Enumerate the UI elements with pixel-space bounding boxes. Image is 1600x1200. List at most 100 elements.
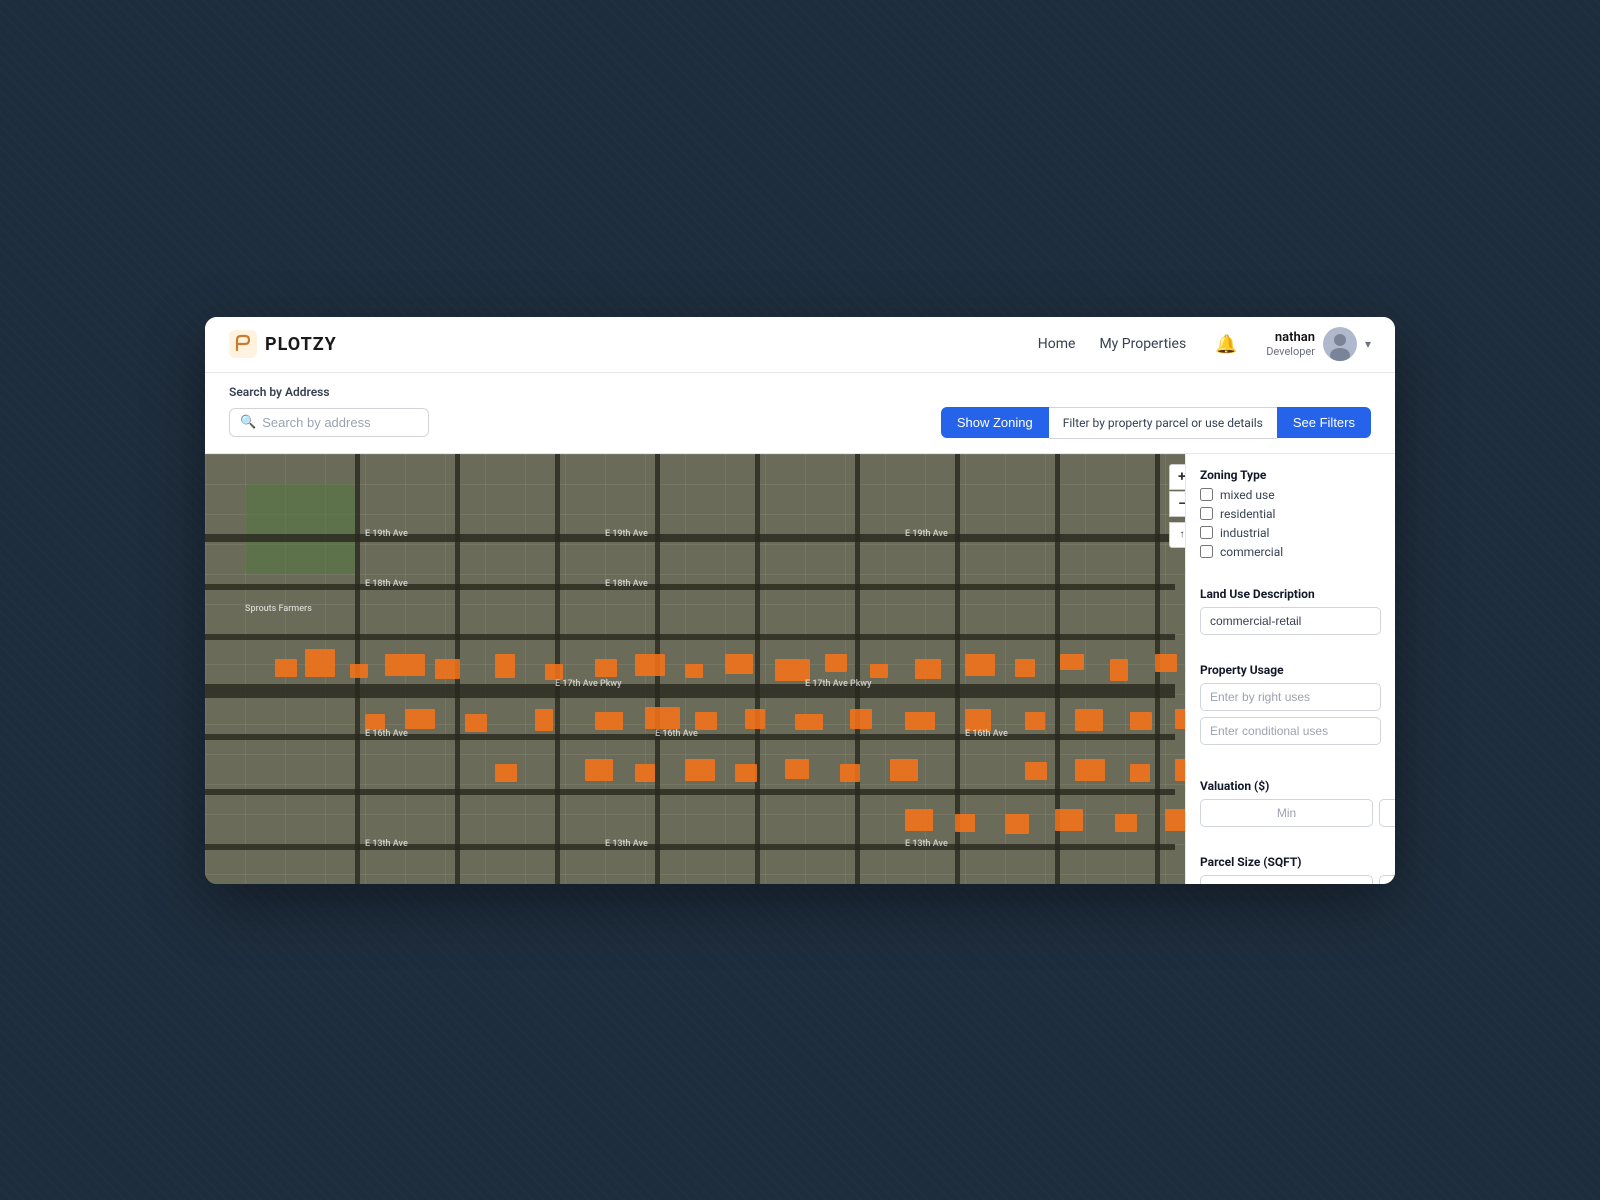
parcel-12 bbox=[775, 659, 810, 681]
zoning-residential[interactable]: residential bbox=[1200, 507, 1381, 521]
parcel-15 bbox=[915, 659, 941, 679]
zoning-residential-label: residential bbox=[1220, 507, 1275, 521]
nav-my-properties[interactable]: My Properties bbox=[1099, 336, 1186, 352]
user-name: nathan bbox=[1266, 330, 1315, 345]
zoning-commercial[interactable]: commercial bbox=[1200, 545, 1381, 559]
road-v6 bbox=[855, 454, 860, 884]
address-search-input[interactable] bbox=[262, 415, 418, 430]
parcel-30 bbox=[850, 709, 872, 729]
parcel-39 bbox=[635, 764, 655, 782]
zoning-type-title: Zoning Type bbox=[1200, 468, 1381, 482]
parcel-5 bbox=[435, 659, 460, 679]
park-area bbox=[245, 484, 355, 574]
nav-home[interactable]: Home bbox=[1038, 336, 1076, 352]
zoning-industrial-label: industrial bbox=[1220, 526, 1269, 540]
road-h-main bbox=[205, 684, 1175, 698]
parcel-54 bbox=[905, 809, 933, 831]
parcel-8 bbox=[595, 659, 617, 677]
parcel-17 bbox=[1015, 659, 1035, 677]
parcel-24 bbox=[535, 709, 553, 731]
land-use-section: Land Use Description bbox=[1200, 587, 1381, 635]
road-h6 bbox=[205, 844, 1175, 850]
zoning-type-checkboxes: mixed use residential industrial commerc… bbox=[1200, 488, 1381, 559]
parcel-31 bbox=[905, 712, 935, 730]
parcel-32 bbox=[965, 709, 991, 731]
search-row: 🔍 Show Zoning Filter by property parcel … bbox=[229, 407, 1371, 439]
parcel-4 bbox=[385, 654, 425, 676]
parcel-53 bbox=[955, 814, 975, 832]
parcel-28 bbox=[745, 709, 765, 729]
parcel-21 bbox=[365, 714, 385, 730]
parcel-49 bbox=[1005, 814, 1029, 834]
parcel-16 bbox=[965, 654, 995, 676]
map-container[interactable]: E 19th Ave E 19th Ave E 19th Ave E 18th … bbox=[205, 454, 1395, 884]
parcel-26 bbox=[645, 707, 680, 729]
parcel-13 bbox=[825, 654, 847, 672]
logo-area: PLOTZY bbox=[229, 330, 337, 358]
parcel-size-range bbox=[1200, 875, 1381, 884]
avatar bbox=[1323, 327, 1357, 361]
parcel-27 bbox=[695, 712, 717, 730]
valuation-title: Valuation ($) bbox=[1200, 779, 1381, 793]
see-filters-button[interactable]: See Filters bbox=[1277, 407, 1371, 438]
parcel-47 bbox=[1130, 764, 1150, 782]
address-search-box[interactable]: 🔍 bbox=[229, 408, 429, 437]
zoning-commercial-checkbox[interactable] bbox=[1200, 545, 1213, 558]
parcel-size-min-input[interactable] bbox=[1200, 875, 1373, 884]
user-profile[interactable]: nathan Developer ▾ bbox=[1266, 327, 1371, 361]
road-h4 bbox=[205, 734, 1175, 740]
parcel-7 bbox=[545, 664, 563, 680]
plotzy-logo-icon bbox=[229, 330, 257, 358]
app-name: PLOTZY bbox=[265, 334, 337, 355]
parcel-45 bbox=[1025, 762, 1047, 780]
land-use-title: Land Use Description bbox=[1200, 587, 1381, 601]
parcel-20 bbox=[1155, 654, 1177, 672]
road-h3 bbox=[205, 634, 1175, 640]
parcel-1 bbox=[275, 659, 297, 677]
header: PLOTZY Home My Properties 🔔 nathan Devel… bbox=[205, 317, 1395, 373]
filter-bar: Show Zoning Filter by property parcel or… bbox=[941, 407, 1371, 439]
parcel-50 bbox=[1055, 809, 1083, 831]
road-h1 bbox=[205, 534, 1175, 542]
filter-description: Filter by property parcel or use details bbox=[1049, 407, 1277, 439]
parcel-22 bbox=[405, 709, 435, 729]
parcel-38 bbox=[585, 759, 613, 781]
property-usage-section: Property Usage bbox=[1200, 663, 1381, 751]
parcel-10 bbox=[685, 664, 703, 678]
land-use-input[interactable] bbox=[1200, 607, 1381, 635]
valuation-min-input[interactable] bbox=[1200, 799, 1373, 827]
parcel-9 bbox=[635, 654, 665, 676]
zoning-commercial-label: commercial bbox=[1220, 545, 1283, 559]
parcel-35 bbox=[1130, 712, 1152, 730]
zoning-mixed-use[interactable]: mixed use bbox=[1200, 488, 1381, 502]
chevron-down-icon: ▾ bbox=[1365, 337, 1371, 351]
parcel-size-title: Parcel Size (SQFT) bbox=[1200, 855, 1381, 869]
parcel-3 bbox=[350, 664, 368, 678]
parcel-43 bbox=[840, 764, 860, 782]
zoning-type-section: Zoning Type mixed use residential indust… bbox=[1200, 468, 1381, 559]
valuation-max-input[interactable] bbox=[1379, 799, 1395, 827]
parcel-34 bbox=[1075, 709, 1103, 731]
zoning-residential-checkbox[interactable] bbox=[1200, 507, 1213, 520]
sub-header: Search by Address 🔍 Show Zoning Filter b… bbox=[205, 373, 1395, 454]
parcel-33 bbox=[1025, 712, 1045, 730]
zoning-industrial[interactable]: industrial bbox=[1200, 526, 1381, 540]
show-zoning-button[interactable]: Show Zoning bbox=[941, 407, 1049, 438]
notification-bell[interactable]: 🔔 bbox=[1210, 328, 1242, 360]
search-by-address-label: Search by Address bbox=[229, 385, 1371, 399]
right-uses-input[interactable] bbox=[1200, 683, 1381, 711]
conditional-uses-input[interactable] bbox=[1200, 717, 1381, 745]
parcel-6 bbox=[495, 654, 515, 678]
zoning-mixed-use-checkbox[interactable] bbox=[1200, 488, 1213, 501]
parcel-41 bbox=[735, 764, 757, 782]
road-h5 bbox=[205, 789, 1175, 795]
parcel-42 bbox=[785, 759, 809, 779]
app-window: PLOTZY Home My Properties 🔔 nathan Devel… bbox=[205, 317, 1395, 884]
zoning-industrial-checkbox[interactable] bbox=[1200, 526, 1213, 539]
parcel-14 bbox=[870, 664, 888, 678]
parcel-19 bbox=[1110, 659, 1128, 681]
parcel-11 bbox=[725, 654, 753, 674]
parcel-size-max-input[interactable] bbox=[1379, 875, 1395, 884]
road-h2 bbox=[205, 584, 1175, 590]
parcel-37 bbox=[495, 764, 517, 782]
